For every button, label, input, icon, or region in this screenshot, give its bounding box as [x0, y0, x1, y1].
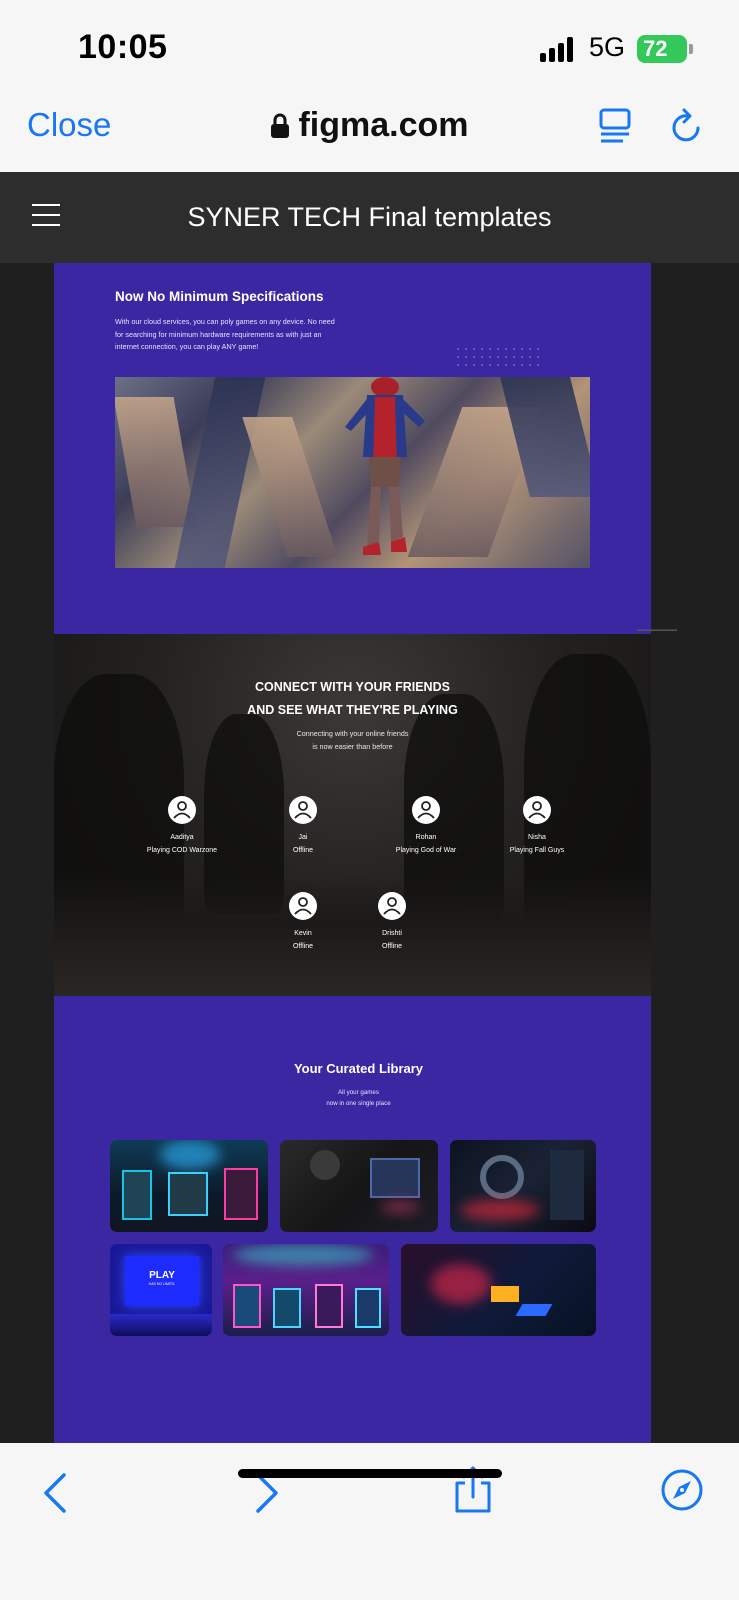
network-type: 5G: [589, 32, 626, 62]
url-text: figma.com: [298, 106, 469, 144]
browser-top-bar: Close figma.com: [0, 88, 739, 172]
screen: 10:05 5G 72 Close figma.com SYNER TECH F…: [0, 0, 739, 1600]
user-avatar-icon: [289, 796, 317, 824]
friend-status: Offline: [292, 846, 314, 854]
play-tile-title: PLAY: [149, 1270, 175, 1281]
home-indicator: [238, 1469, 502, 1478]
character-figure: [345, 377, 425, 555]
friend-status: Playing Fall Guys: [509, 846, 565, 854]
user-avatar-icon: [412, 796, 440, 824]
forward-icon[interactable]: [252, 1471, 282, 1520]
friends-title: CONNECT WITH YOUR FRIENDS AND SEE WHAT T…: [247, 680, 458, 717]
friend-card[interactable]: Drishti Offline: [337, 892, 447, 953]
file-title: SYNER TECH Final templates: [187, 202, 552, 232]
compass-icon[interactable]: [660, 1468, 704, 1517]
reader-mode-icon[interactable]: [598, 106, 634, 146]
friend-card[interactable]: Jai Offline: [248, 796, 358, 857]
user-avatar-icon: [378, 892, 406, 920]
frame-specifications: Now No Minimum Specifications With our c…: [54, 263, 651, 634]
friend-name: Jai: [298, 834, 308, 841]
game-tile[interactable]: [280, 1140, 438, 1232]
back-icon[interactable]: [40, 1471, 70, 1520]
canvas-frame-label: ▬▬▬▬▬▬▬▬: [637, 627, 677, 633]
library-subtitle: All your games now in one single place: [326, 1089, 391, 1107]
hero-image: [115, 377, 590, 568]
status-time: 10:05: [78, 28, 168, 66]
friend-name: Aaditya: [170, 834, 194, 841]
game-tile[interactable]: [450, 1140, 596, 1232]
friend-card[interactable]: Nisha Playing Fall Guys: [482, 796, 592, 857]
user-avatar-icon: [168, 796, 196, 824]
friend-status: Offline: [381, 942, 403, 950]
game-tile[interactable]: [110, 1140, 268, 1232]
friends-subtitle: Connecting with your online friends is n…: [296, 729, 409, 751]
play-screen: PLAY HAS NO LIMITS.: [125, 1256, 199, 1306]
status-bar: 10:05 5G 72: [0, 0, 739, 88]
friend-status: Playing COD Warzone: [146, 846, 218, 854]
figma-canvas[interactable]: Now No Minimum Specifications With our c…: [0, 263, 739, 1443]
browser-bottom-bar: [0, 1443, 739, 1600]
frame-friends: CONNECT WITH YOUR FRIENDS AND SEE WHAT T…: [54, 634, 651, 996]
battery-level: 72: [643, 36, 668, 61]
library-title: Your Curated Library: [293, 1061, 424, 1076]
reload-icon[interactable]: [670, 106, 706, 146]
battery-icon: 72: [637, 35, 693, 63]
game-tile[interactable]: PLAY HAS NO LIMITS.: [110, 1244, 212, 1336]
specs-description: With our cloud services, you can poly ga…: [115, 317, 335, 351]
lock-icon: [270, 109, 290, 148]
friend-name: Drishti: [382, 930, 402, 937]
user-avatar-icon: [289, 892, 317, 920]
friend-name: Nisha: [528, 834, 546, 841]
friend-card[interactable]: Aaditya Playing COD Warzone: [127, 796, 237, 857]
play-tile-subtitle: HAS NO LIMITS.: [148, 1282, 176, 1286]
user-avatar-icon: [523, 796, 551, 824]
specs-title: Now No Minimum Specifications: [115, 289, 324, 304]
cellular-signal-icon: [540, 36, 576, 62]
game-tile[interactable]: [223, 1244, 389, 1336]
dot-pattern: [454, 345, 544, 371]
frame-library: Your Curated Library All your games now …: [54, 996, 651, 1443]
game-tile[interactable]: [401, 1244, 596, 1336]
friend-card[interactable]: Rohan Playing God of War: [371, 796, 481, 857]
figma-header: SYNER TECH Final templates: [0, 172, 739, 263]
friend-name: Rohan: [415, 834, 437, 841]
friend-status: Playing God of War: [395, 846, 457, 854]
